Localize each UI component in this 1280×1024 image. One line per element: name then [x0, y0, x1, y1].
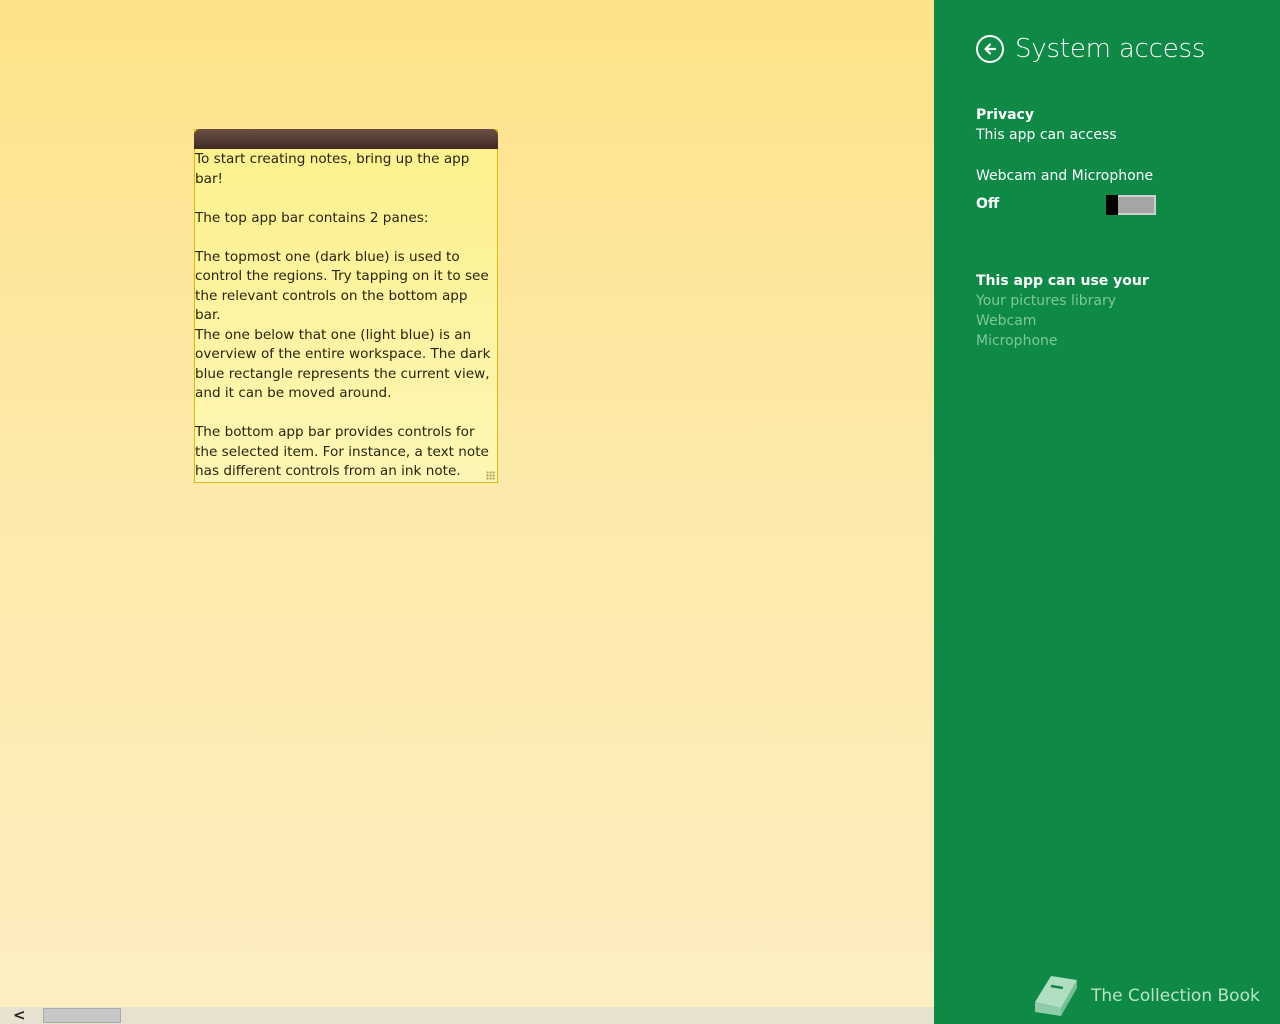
back-arrow-icon — [984, 43, 997, 55]
book-icon — [1035, 976, 1077, 1016]
scrollbar-thumb[interactable] — [43, 1008, 121, 1023]
toggle-knob[interactable] — [1106, 195, 1118, 215]
note-header-bar[interactable] — [194, 129, 498, 149]
resize-grip-icon[interactable] — [486, 471, 495, 480]
capabilities-heading: This app can use your — [976, 273, 1149, 289]
toggle-state-label: Off — [976, 196, 1000, 212]
webcam-mic-toggle[interactable] — [1106, 195, 1156, 215]
settings-pane: System access Privacy This app can acces… — [934, 0, 1280, 1024]
brand-name: The Collection Book — [1091, 986, 1260, 1006]
privacy-heading: Privacy — [976, 107, 1034, 123]
privacy-subtitle: This app can access — [976, 127, 1117, 143]
capability-item: Your pictures library — [976, 293, 1117, 309]
scroll-left-arrow-icon[interactable]: < — [13, 1007, 29, 1024]
webcam-mic-toggle-row: Off — [976, 195, 1156, 217]
note-text[interactable]: To start creating notes, bring up the ap… — [195, 149, 497, 482]
horizontal-scrollbar[interactable]: < — [0, 1007, 934, 1024]
back-button[interactable] — [976, 35, 1004, 63]
pane-title: System access — [1015, 34, 1206, 64]
webcam-mic-label: Webcam and Microphone — [976, 168, 1154, 184]
capabilities-section: This app can use your Your pictures libr… — [976, 271, 1149, 351]
privacy-section: Privacy This app can access — [976, 105, 1117, 145]
capability-item: Webcam — [976, 313, 1037, 329]
text-note[interactable]: To start creating notes, bring up the ap… — [194, 129, 498, 483]
capability-item: Microphone — [976, 333, 1058, 349]
app-brand: The Collection Book — [1029, 972, 1260, 1020]
pane-header: System access — [976, 34, 1205, 64]
workspace-canvas[interactable]: To start creating notes, bring up the ap… — [0, 0, 934, 1024]
